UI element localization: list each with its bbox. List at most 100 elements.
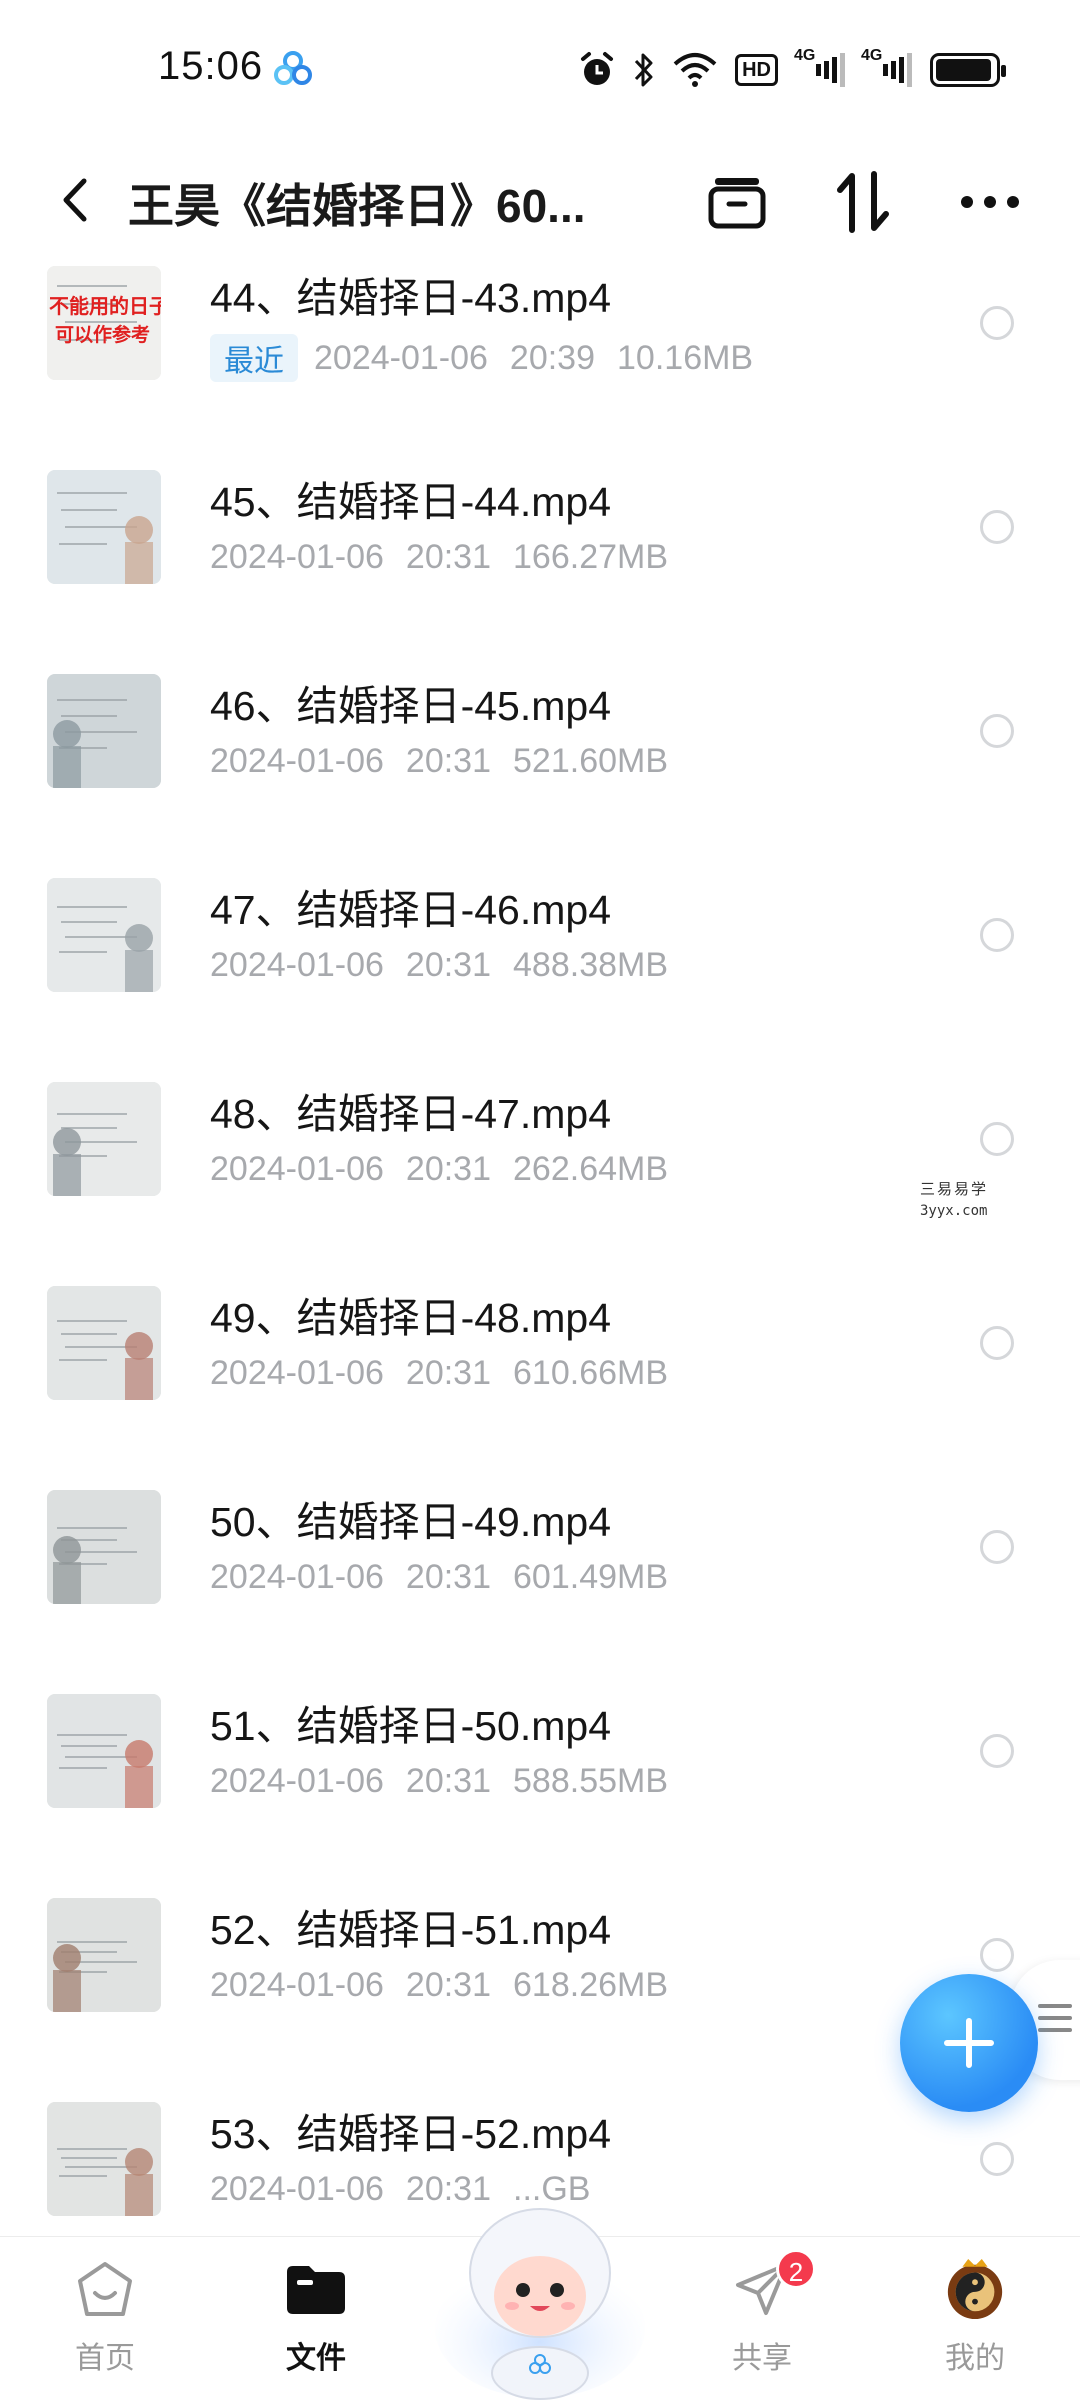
- file-time: 20:31: [405, 1966, 492, 2004]
- select-radio[interactable]: [980, 1326, 1014, 1360]
- thumbnail-caption: 可以作参考: [55, 325, 151, 346]
- video-thumbnail: [47, 1898, 161, 2012]
- select-radio[interactable]: [980, 510, 1014, 544]
- file-name: 53、结婚择日-52.mp4: [210, 2111, 612, 2157]
- select-radio[interactable]: [980, 306, 1014, 340]
- select-radio[interactable]: [980, 2142, 1014, 2176]
- file-name: 49、结婚择日-48.mp4: [210, 1295, 612, 1341]
- signal-icon-1: 4G: [794, 47, 845, 89]
- file-name: 52、结婚择日-51.mp4: [210, 1907, 612, 1953]
- video-thumbnail: [47, 1082, 161, 1196]
- file-date: 2024-01-06: [210, 538, 384, 576]
- video-thumbnail: [47, 2102, 161, 2216]
- file-time: 20:31: [405, 1354, 492, 1392]
- select-radio[interactable]: [980, 1938, 1014, 1972]
- nav-home-label: 首页: [75, 2342, 135, 2375]
- watermark-text: 三易易学: [920, 1180, 989, 1198]
- video-thumbnail: [47, 1490, 161, 1604]
- file-size: 610.66MB: [513, 1354, 669, 1392]
- more-button[interactable]: [950, 162, 1030, 242]
- select-radio[interactable]: [980, 1734, 1014, 1768]
- nav-files[interactable]: 文件: [246, 2257, 386, 2397]
- archive-button[interactable]: [697, 162, 777, 242]
- back-button[interactable]: [40, 160, 110, 240]
- nav-share-label: 共享: [732, 2342, 792, 2375]
- file-name: 51、结婚择日-50.mp4: [210, 1703, 612, 1749]
- file-time: 20:31: [405, 538, 492, 576]
- mascot-icon: [435, 2208, 645, 2400]
- plus-icon: [944, 2018, 994, 2068]
- video-thumbnail: [47, 674, 161, 788]
- file-meta: 2024-01-06 20:31 488.38MB: [210, 946, 668, 985]
- file-date: 2024-01-06: [210, 1762, 384, 1800]
- watermark-url: 3yyx.com: [920, 1203, 988, 1219]
- file-name: 46、结婚择日-45.mp4: [210, 683, 612, 729]
- nav-files-label: 文件: [286, 2342, 346, 2375]
- file-name: 44、结婚择日-43.mp4: [210, 275, 612, 321]
- file-time: 20:31: [405, 1558, 492, 1596]
- file-time: 20:31: [405, 1762, 492, 1800]
- status-time: 15:06: [158, 44, 264, 88]
- video-thumbnail: [47, 1694, 161, 1808]
- select-radio[interactable]: [980, 918, 1014, 952]
- thumbnail-caption: 不能用的日子: [49, 296, 161, 318]
- file-date: 2024-01-06: [210, 1966, 384, 2004]
- nav-share[interactable]: 2 共享: [692, 2249, 832, 2397]
- folder-icon: [284, 2257, 348, 2321]
- file-size: 618.26MB: [513, 1966, 669, 2004]
- file-row[interactable]: 51、结婚择日-50.mp4 2024-01-06 20:31 588.55MB: [0, 1678, 1080, 1882]
- sort-icon: [837, 171, 889, 233]
- nav-home[interactable]: 首页: [35, 2257, 175, 2397]
- alarm-icon: [579, 51, 615, 89]
- file-row[interactable]: 46、结婚择日-45.mp4 2024-01-06 20:31 521.60MB: [0, 658, 1080, 862]
- file-size: 601.49MB: [513, 1558, 669, 1596]
- file-name: 48、结婚择日-47.mp4: [210, 1091, 612, 1137]
- file-size: 588.55MB: [513, 1762, 669, 1800]
- battery-icon: [930, 53, 1006, 87]
- file-row[interactable]: 50、结婚择日-49.mp4 2024-01-06 20:31 601.49MB: [0, 1474, 1080, 1678]
- file-name: 47、结婚择日-46.mp4: [210, 887, 612, 933]
- select-radio[interactable]: [980, 1122, 1014, 1156]
- file-date: 2024-01-06: [314, 338, 488, 377]
- cloud-app-icon: [274, 51, 312, 85]
- status-bar: 15:06 HD 4G 4G: [0, 0, 1080, 140]
- sort-button[interactable]: [823, 162, 903, 242]
- nav-mine[interactable]: 我的: [905, 2257, 1045, 2397]
- file-date: 2024-01-06: [210, 2170, 384, 2208]
- bluetooth-icon: [633, 51, 655, 89]
- file-name: 50、结婚择日-49.mp4: [210, 1499, 612, 1545]
- video-thumbnail: [47, 470, 161, 584]
- video-thumbnail: [47, 878, 161, 992]
- file-row[interactable]: 48、结婚择日-47.mp4 2024-01-06 20:31 262.64MB: [0, 1066, 1080, 1270]
- watermark: 三易易学 3yyx.com: [920, 1178, 988, 1219]
- file-date: 2024-01-06: [210, 1558, 384, 1596]
- file-size: 166.27MB: [513, 538, 669, 576]
- network-type-label: 4G: [794, 47, 816, 64]
- archive-icon: [708, 178, 766, 229]
- file-row[interactable]: 49、结婚择日-48.mp4 2024-01-06 20:31 610.66MB: [0, 1270, 1080, 1474]
- file-time: 20:31: [405, 946, 492, 984]
- file-row[interactable]: 45、结婚择日-44.mp4 2024-01-06 20:31 166.27MB: [0, 454, 1080, 658]
- file-date: 2024-01-06: [210, 742, 384, 780]
- back-icon: [63, 178, 87, 222]
- select-radio[interactable]: [980, 1530, 1014, 1564]
- add-button[interactable]: [900, 1974, 1038, 2112]
- select-radio[interactable]: [980, 714, 1014, 748]
- hd-voice-icon: HD: [735, 54, 778, 86]
- file-row[interactable]: 不能用的日子 可以作参考 44、结婚择日-43.mp4 最近 2024-01-06 20:…: [0, 250, 1080, 454]
- status-icons: HD 4G 4G: [579, 47, 1006, 90]
- page-title: 王昊《结婚择日》60...: [128, 180, 586, 232]
- file-meta: 2024-01-06 20:31 166.27MB: [210, 538, 668, 577]
- file-meta: 最近 2024-01-06 20:39 10.16MB: [210, 334, 753, 382]
- wifi-icon: [673, 52, 717, 88]
- file-meta: 2024-01-06 20:31 588.55MB: [210, 1762, 668, 1801]
- more-icon: [961, 196, 1019, 208]
- top-app-bar: 王昊《结婚择日》60...: [0, 140, 1080, 260]
- signal-icon-2: 4G: [861, 47, 912, 89]
- file-row[interactable]: 47、结婚择日-46.mp4 2024-01-06 20:31 488.38MB: [0, 862, 1080, 1066]
- file-meta: 2024-01-06 20:31 610.66MB: [210, 1354, 668, 1393]
- file-name: 45、结婚择日-44.mp4: [210, 479, 612, 525]
- ai-assistant-mascot[interactable]: [430, 2178, 650, 2400]
- nav-mine-label: 我的: [945, 2342, 1005, 2375]
- network-type-label: 4G: [861, 47, 883, 64]
